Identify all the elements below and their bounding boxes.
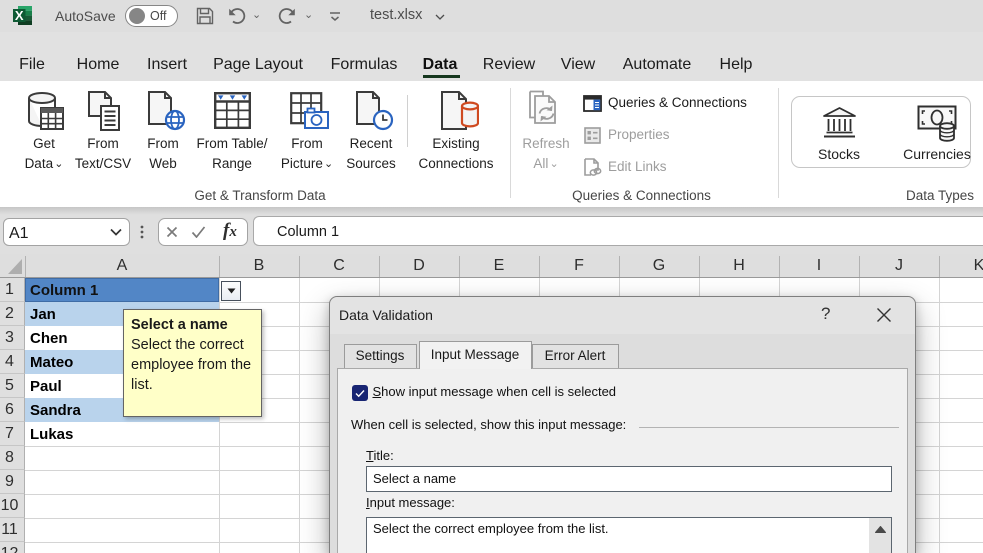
svg-text:X: X: [15, 8, 24, 23]
